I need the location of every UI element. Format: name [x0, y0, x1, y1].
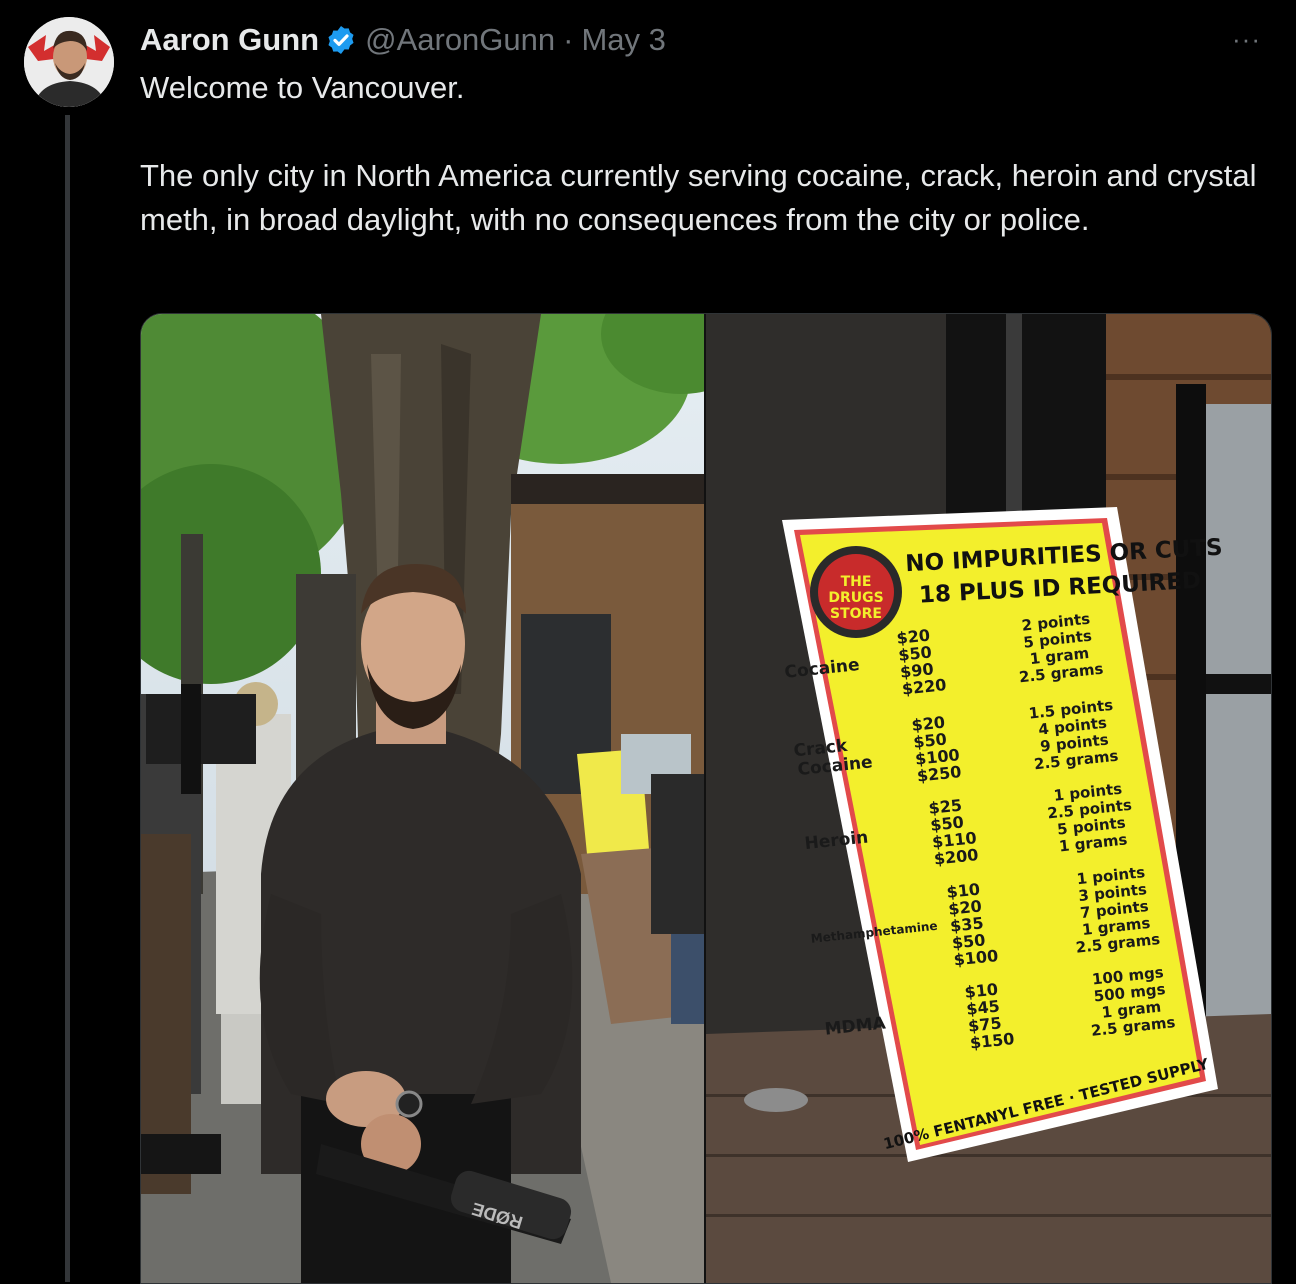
tweet-media[interactable]: RØDE THE DRUGS STORE NO IMPURITIES OR CU… — [140, 313, 1272, 1284]
author-avatar[interactable] — [24, 17, 114, 107]
more-options-icon[interactable]: ··· — [1232, 24, 1261, 55]
tweet-text: Welcome to Vancouver. The only city in N… — [140, 66, 1280, 242]
tweet-text-line-2: The only city in North America currently… — [140, 158, 1257, 237]
tweet-date[interactable]: May 3 — [581, 22, 665, 58]
sign-logo-line-1: THE — [841, 574, 872, 590]
sign-photo-svg: THE DRUGS STORE NO IMPURITIES OR CUTS 18… — [706, 314, 1271, 1283]
avatar-image — [24, 17, 114, 107]
sign-logo-line-3: STORE — [830, 606, 882, 622]
author-name[interactable]: Aaron Gunn — [140, 22, 319, 58]
thread-line — [65, 115, 70, 1282]
sign-logo-line-2: DRUGS — [828, 590, 883, 606]
header-separator: · — [563, 22, 574, 57]
author-handle[interactable]: @AaronGunn — [365, 22, 555, 58]
tweet-header: Aaron Gunn @AaronGunn · May 3 — [140, 20, 666, 60]
verified-badge-icon — [328, 26, 354, 54]
tweet-text-line-1: Welcome to Vancouver. — [140, 70, 465, 105]
photo-man-on-street[interactable]: RØDE — [141, 314, 704, 1283]
photo-drug-price-sign[interactable]: THE DRUGS STORE NO IMPURITIES OR CUTS 18… — [706, 314, 1271, 1283]
